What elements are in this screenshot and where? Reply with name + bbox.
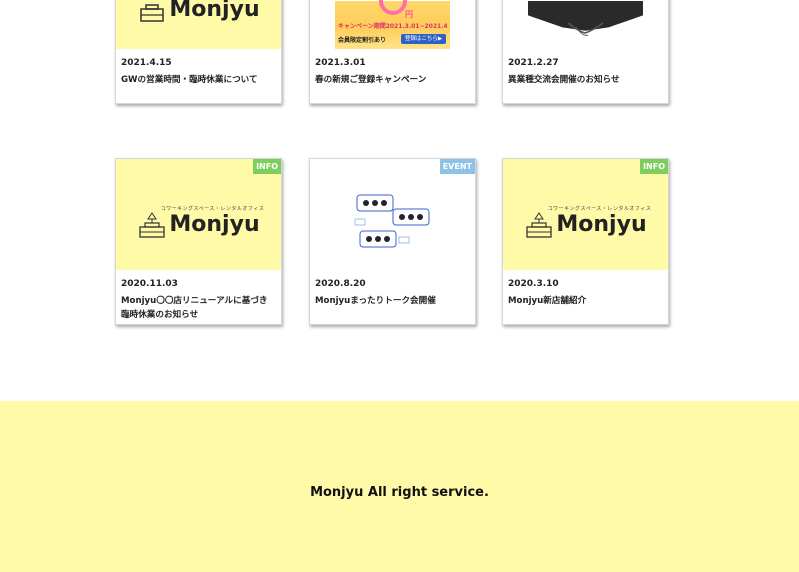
news-date: 2020.3.10: [508, 279, 559, 289]
logo-subtitle: コワーキングスペース・レンタルオフィス: [160, 206, 265, 212]
news-card[interactable]: Monjyu 2021.4.15 GWの営業時間・臨時休業について: [115, 0, 282, 104]
chat-bubbles-icon: [335, 175, 450, 270]
news-thumbnail: Monjyu: [116, 0, 281, 49]
site-footer: Monjyu All right service.: [0, 401, 799, 572]
info-badge: INFO: [253, 159, 281, 174]
campaign-banner: 円 キャンペーン期間2021.3.01~2021.4.10 会員限定割引あり 登…: [335, 0, 450, 49]
news-date: 2021.3.01: [315, 58, 366, 68]
news-thumbnail: INFO コワーキングスペース・レンタルオフィス Monjyu: [116, 159, 281, 270]
news-thumbnail: INFO コワーキングスペース・レンタルオフィス Monjyu: [503, 159, 668, 270]
news-card[interactable]: 円 キャンペーン期間2021.3.01~2021.4.10 会員限定割引あり 登…: [309, 0, 476, 104]
logo-subtitle: コワーキングスペース・レンタルオフィス: [547, 206, 652, 212]
copyright-text: Monjyu All right service.: [310, 485, 489, 500]
news-title[interactable]: 異業種交流会開催のお知らせ: [508, 73, 663, 87]
news-card[interactable]: EVENT 2020.8.20 Monjyuまったりトーク会開催: [309, 158, 476, 325]
member-discount-label: 会員限定割引あり: [338, 37, 387, 44]
campaign-period: キャンペーン期間2021.3.01~2021.4.10: [338, 23, 447, 30]
event-badge: EVENT: [439, 159, 475, 174]
monjyu-logo-icon: [526, 212, 553, 238]
logo-wordmark: Monjyu: [169, 212, 260, 237]
news-date: 2021.2.27: [508, 58, 559, 68]
news-card[interactable]: INFO コワーキングスペース・レンタルオフィス Monjyu 2020.11.…: [115, 158, 282, 325]
info-badge: INFO: [640, 159, 668, 174]
news-title[interactable]: 春の新規ご登録キャンペーン: [315, 73, 470, 87]
news-title[interactable]: GWの営業時間・臨時休業について: [121, 73, 276, 87]
news-thumbnail: 円 キャンペーン期間2021.3.01~2021.4.10 会員限定割引あり 登…: [310, 0, 475, 49]
register-button[interactable]: 登録はこちら▶: [401, 34, 446, 44]
yen-label: 円: [405, 10, 413, 19]
news-title[interactable]: Monjyu新店舗紹介: [508, 294, 663, 308]
news-date: 2020.11.03: [121, 279, 178, 289]
zero-numeral-graphic: [379, 0, 407, 15]
handshake-icon: [567, 22, 604, 36]
news-thumbnail: EVENT: [310, 159, 475, 270]
news-card[interactable]: INFO コワーキングスペース・レンタルオフィス Monjyu 2020.3.1…: [502, 158, 669, 325]
monjyu-logo-icon: [140, 4, 165, 22]
news-date: 2020.8.20: [315, 279, 366, 289]
news-card[interactable]: 2021.2.27 異業種交流会開催のお知らせ: [502, 0, 669, 104]
logo-wordmark: Monjyu: [169, 0, 260, 22]
logo-wordmark: Monjyu: [556, 212, 647, 237]
monjyu-logo-icon: [139, 212, 166, 238]
news-date: 2021.4.15: [121, 58, 172, 68]
handshake-photo: [528, 1, 643, 49]
news-title[interactable]: Monjyu〇〇店リニューアルに基づき臨時休業のお知らせ: [121, 294, 276, 322]
news-title[interactable]: Monjyuまったりトーク会開催: [315, 294, 470, 308]
news-thumbnail: [503, 0, 668, 49]
